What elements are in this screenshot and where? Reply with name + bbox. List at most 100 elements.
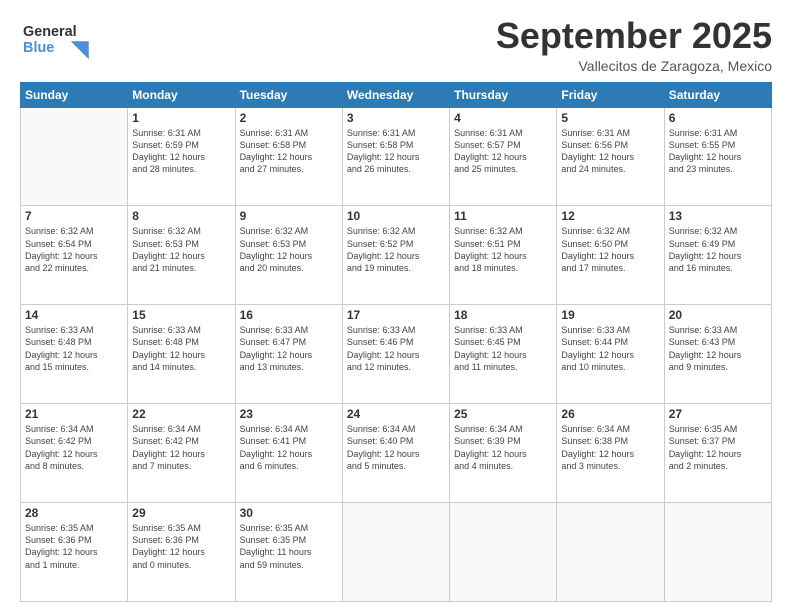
day-info: Sunrise: 6:35 AM Sunset: 6:37 PM Dayligh… xyxy=(669,423,767,472)
day-info: Sunrise: 6:34 AM Sunset: 6:38 PM Dayligh… xyxy=(561,423,659,472)
calendar-cell: 17 Sunrise: 6:33 AM Sunset: 6:46 PM Dayli… xyxy=(342,305,449,404)
calendar-week-3: 14 Sunrise: 6:33 AM Sunset: 6:48 PM Dayli… xyxy=(21,305,772,404)
calendar-cell: 21 Sunrise: 6:34 AM Sunset: 6:42 PM Dayli… xyxy=(21,404,128,503)
day-info: Sunrise: 6:35 AM Sunset: 6:35 PM Dayligh… xyxy=(240,522,338,571)
day-info: Sunrise: 6:32 AM Sunset: 6:49 PM Dayligh… xyxy=(669,225,767,274)
day-number: 12 xyxy=(561,209,659,223)
day-number: 21 xyxy=(25,407,123,421)
day-number: 1 xyxy=(132,111,230,125)
calendar-cell: 18 Sunrise: 6:33 AM Sunset: 6:45 PM Dayli… xyxy=(450,305,557,404)
day-info: Sunrise: 6:33 AM Sunset: 6:43 PM Dayligh… xyxy=(669,324,767,373)
day-number: 11 xyxy=(454,209,552,223)
day-number: 28 xyxy=(25,506,123,520)
calendar-cell: 14Sunrise: 6:33 AM Sunset: 6:48 PM Dayli… xyxy=(21,305,128,404)
day-info: Sunrise: 6:34 AM Sunset: 6:39 PM Dayligh… xyxy=(454,423,552,472)
day-number: 25 xyxy=(454,407,552,421)
calendar-cell: 1 Sunrise: 6:31 AM Sunset: 6:59 PM Daylig… xyxy=(128,107,235,206)
calendar-cell: 19 Sunrise: 6:33 AM Sunset: 6:44 PM Dayli… xyxy=(557,305,664,404)
calendar-week-1: 1 Sunrise: 6:31 AM Sunset: 6:59 PM Daylig… xyxy=(21,107,772,206)
day-info: Sunrise: 6:32 AM Sunset: 6:53 PM Dayligh… xyxy=(132,225,230,274)
day-info: Sunrise: 6:31 AM Sunset: 6:59 PM Dayligh… xyxy=(132,127,230,176)
calendar-cell: 2 Sunrise: 6:31 AM Sunset: 6:58 PM Daylig… xyxy=(235,107,342,206)
calendar-cell: 5 Sunrise: 6:31 AM Sunset: 6:56 PM Daylig… xyxy=(557,107,664,206)
day-info: Sunrise: 6:33 AM Sunset: 6:45 PM Dayligh… xyxy=(454,324,552,373)
calendar-cell: 27Sunrise: 6:35 AM Sunset: 6:37 PM Dayli… xyxy=(664,404,771,503)
calendar-cell: 3Sunrise: 6:31 AM Sunset: 6:58 PM Daylig… xyxy=(342,107,449,206)
day-info: Sunrise: 6:34 AM Sunset: 6:42 PM Dayligh… xyxy=(132,423,230,472)
calendar-cell: 8 Sunrise: 6:32 AM Sunset: 6:53 PM Daylig… xyxy=(128,206,235,305)
col-header-saturday: Saturday xyxy=(664,82,771,107)
day-info: Sunrise: 6:32 AM Sunset: 6:50 PM Dayligh… xyxy=(561,225,659,274)
day-number: 30 xyxy=(240,506,338,520)
calendar-cell: 23 Sunrise: 6:34 AM Sunset: 6:41 PM Dayli… xyxy=(235,404,342,503)
calendar-cell: 15 Sunrise: 6:33 AM Sunset: 6:48 PM Dayli… xyxy=(128,305,235,404)
svg-text:Blue: Blue xyxy=(23,40,54,56)
location-subtitle: Vallecitos de Zaragoza, Mexico xyxy=(496,58,772,74)
day-info: Sunrise: 6:33 AM Sunset: 6:48 PM Dayligh… xyxy=(132,324,230,373)
calendar-cell xyxy=(664,503,771,602)
calendar-cell: 7Sunrise: 6:32 AM Sunset: 6:54 PM Daylig… xyxy=(21,206,128,305)
calendar-cell xyxy=(21,107,128,206)
day-number: 23 xyxy=(240,407,338,421)
day-number: 9 xyxy=(240,209,338,223)
col-header-sunday: Sunday xyxy=(21,82,128,107)
calendar-cell: 16Sunrise: 6:33 AM Sunset: 6:47 PM Dayli… xyxy=(235,305,342,404)
logo-svg: General Blue xyxy=(20,16,90,61)
day-info: Sunrise: 6:31 AM Sunset: 6:55 PM Dayligh… xyxy=(669,127,767,176)
day-number: 2 xyxy=(240,111,338,125)
calendar-header-row: SundayMondayTuesdayWednesdayThursdayFrid… xyxy=(21,82,772,107)
day-info: Sunrise: 6:34 AM Sunset: 6:42 PM Dayligh… xyxy=(25,423,123,472)
calendar-cell xyxy=(342,503,449,602)
day-number: 19 xyxy=(561,308,659,322)
calendar-cell: 12 Sunrise: 6:32 AM Sunset: 6:50 PM Dayli… xyxy=(557,206,664,305)
calendar-cell: 24 Sunrise: 6:34 AM Sunset: 6:40 PM Dayli… xyxy=(342,404,449,503)
day-info: Sunrise: 6:31 AM Sunset: 6:57 PM Dayligh… xyxy=(454,127,552,176)
month-title: September 2025 xyxy=(496,16,772,56)
day-info: Sunrise: 6:35 AM Sunset: 6:36 PM Dayligh… xyxy=(132,522,230,571)
day-info: Sunrise: 6:32 AM Sunset: 6:51 PM Dayligh… xyxy=(454,225,552,274)
day-info: Sunrise: 6:35 AM Sunset: 6:36 PM Dayligh… xyxy=(25,522,123,571)
day-number: 18 xyxy=(454,308,552,322)
day-info: Sunrise: 6:31 AM Sunset: 6:58 PM Dayligh… xyxy=(240,127,338,176)
calendar-cell xyxy=(557,503,664,602)
title-block: September 2025 Vallecitos de Zaragoza, M… xyxy=(496,16,772,74)
calendar-cell: 11 Sunrise: 6:32 AM Sunset: 6:51 PM Dayli… xyxy=(450,206,557,305)
day-info: Sunrise: 6:33 AM Sunset: 6:44 PM Dayligh… xyxy=(561,324,659,373)
col-header-monday: Monday xyxy=(128,82,235,107)
day-info: Sunrise: 6:32 AM Sunset: 6:54 PM Dayligh… xyxy=(25,225,123,274)
calendar-cell: 22 Sunrise: 6:34 AM Sunset: 6:42 PM Dayli… xyxy=(128,404,235,503)
day-number: 14 xyxy=(25,308,123,322)
day-number: 3 xyxy=(347,111,445,125)
day-number: 4 xyxy=(454,111,552,125)
col-header-friday: Friday xyxy=(557,82,664,107)
calendar-cell: 28 Sunrise: 6:35 AM Sunset: 6:36 PM Dayli… xyxy=(21,503,128,602)
calendar-cell: 13Sunrise: 6:32 AM Sunset: 6:49 PM Dayli… xyxy=(664,206,771,305)
day-info: Sunrise: 6:34 AM Sunset: 6:40 PM Dayligh… xyxy=(347,423,445,472)
calendar-cell: 6 Sunrise: 6:31 AM Sunset: 6:55 PM Daylig… xyxy=(664,107,771,206)
calendar-cell: 10Sunrise: 6:32 AM Sunset: 6:52 PM Dayli… xyxy=(342,206,449,305)
col-header-thursday: Thursday xyxy=(450,82,557,107)
day-number: 24 xyxy=(347,407,445,421)
day-number: 20 xyxy=(669,308,767,322)
calendar-table: SundayMondayTuesdayWednesdayThursdayFrid… xyxy=(20,82,772,602)
calendar-cell: 9 Sunrise: 6:32 AM Sunset: 6:53 PM Daylig… xyxy=(235,206,342,305)
day-info: Sunrise: 6:34 AM Sunset: 6:41 PM Dayligh… xyxy=(240,423,338,472)
day-number: 17 xyxy=(347,308,445,322)
day-info: Sunrise: 6:33 AM Sunset: 6:47 PM Dayligh… xyxy=(240,324,338,373)
day-number: 5 xyxy=(561,111,659,125)
day-info: Sunrise: 6:31 AM Sunset: 6:56 PM Dayligh… xyxy=(561,127,659,176)
day-number: 29 xyxy=(132,506,230,520)
day-info: Sunrise: 6:33 AM Sunset: 6:46 PM Dayligh… xyxy=(347,324,445,373)
col-header-wednesday: Wednesday xyxy=(342,82,449,107)
calendar-cell xyxy=(450,503,557,602)
day-number: 26 xyxy=(561,407,659,421)
day-info: Sunrise: 6:32 AM Sunset: 6:53 PM Dayligh… xyxy=(240,225,338,274)
logo: General Blue xyxy=(20,16,90,61)
day-number: 6 xyxy=(669,111,767,125)
day-number: 22 xyxy=(132,407,230,421)
col-header-tuesday: Tuesday xyxy=(235,82,342,107)
calendar-week-2: 7Sunrise: 6:32 AM Sunset: 6:54 PM Daylig… xyxy=(21,206,772,305)
day-number: 15 xyxy=(132,308,230,322)
day-number: 8 xyxy=(132,209,230,223)
calendar-cell: 20 Sunrise: 6:33 AM Sunset: 6:43 PM Dayli… xyxy=(664,305,771,404)
